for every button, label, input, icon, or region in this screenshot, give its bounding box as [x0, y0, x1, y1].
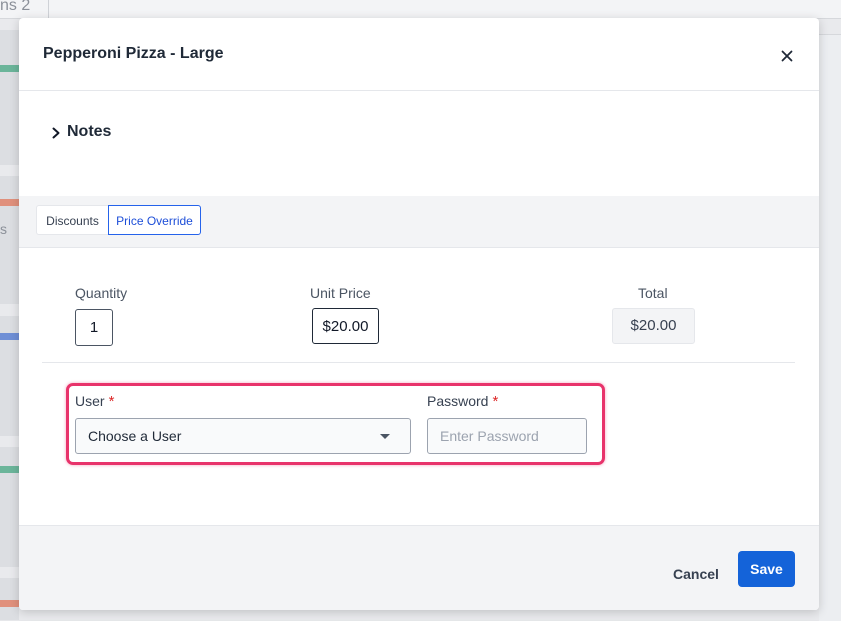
modal-title: Pepperoni Pizza - Large — [43, 45, 224, 62]
password-label: Password * — [427, 393, 498, 410]
modal-header: Pepperoni Pizza - Large — [19, 18, 819, 91]
password-label-text: Password — [427, 393, 489, 409]
user-select[interactable]: Choose a User — [75, 418, 411, 454]
user-label: User * — [75, 393, 114, 410]
unit-price-input[interactable] — [312, 308, 379, 344]
background-card — [0, 447, 19, 567]
quantity-input[interactable] — [75, 309, 113, 346]
background-stripe — [0, 333, 19, 340]
total-value: $20.00 — [612, 308, 695, 344]
notes-label: Notes — [67, 123, 112, 140]
section-divider — [42, 362, 795, 363]
background-card — [0, 30, 19, 165]
save-button[interactable]: Save — [738, 551, 795, 587]
modal-footer: Cancel Save — [19, 525, 819, 610]
item-modal: Pepperoni Pizza - Large Notes Discounts … — [19, 18, 819, 610]
chevron-right-icon — [52, 127, 60, 139]
background-stripe — [0, 65, 19, 72]
password-input[interactable] — [427, 418, 587, 454]
tab-price-override[interactable]: Price Override — [108, 205, 201, 235]
quantity-label: Quantity — [75, 285, 128, 301]
total-label: Total — [638, 285, 668, 301]
unit-price-label: Unit Price — [310, 285, 371, 301]
tab-discounts[interactable]: Discounts — [36, 205, 108, 235]
background-letter: s — [0, 221, 7, 237]
cancel-button[interactable]: Cancel — [666, 556, 726, 592]
required-marker: * — [492, 393, 499, 410]
background-card — [0, 578, 19, 620]
background-topbar: ns 2 — [0, 0, 841, 19]
required-marker: * — [108, 393, 115, 410]
close-button[interactable] — [775, 44, 799, 68]
background-stripe — [0, 600, 19, 607]
background-stripe — [0, 199, 19, 206]
background-right-column — [819, 34, 841, 621]
background-stripe — [0, 466, 19, 473]
caret-down-icon — [380, 434, 390, 439]
close-icon — [781, 50, 793, 62]
user-label-text: User — [75, 393, 105, 409]
tab-bar: Discounts Price Override — [19, 196, 819, 248]
user-select-value: Choose a User — [88, 428, 182, 444]
background-tab-label: ns 2 — [0, 0, 31, 14]
background-tab-divider — [48, 0, 49, 18]
background-card — [0, 176, 19, 304]
